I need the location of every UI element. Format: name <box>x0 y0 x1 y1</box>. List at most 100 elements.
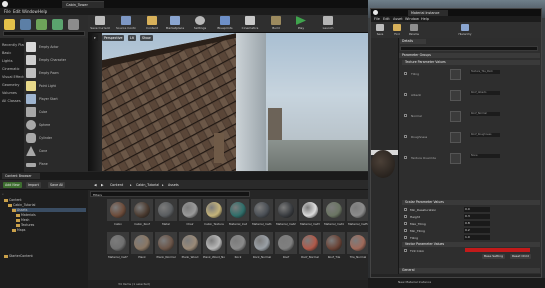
breadcrumb-content[interactable]: Content <box>108 182 125 188</box>
base-setting-button[interactable]: Base Setting <box>482 254 506 259</box>
section-texture-parameters[interactable]: Texture Parameter Values <box>402 60 540 65</box>
add-new-button[interactable]: Add New <box>3 182 22 188</box>
scalar-param-row[interactable]: Max_Tiling 0.8 <box>404 221 538 227</box>
place-item-empty-pawn[interactable]: Empty Pawn <box>24 67 88 79</box>
texture-param-row[interactable]: Texture Override None <box>404 152 538 165</box>
place-item-plane[interactable]: Plane <box>24 158 88 170</box>
category-geometry[interactable]: Geometry <box>2 83 19 87</box>
place-item-empty-actor[interactable]: Empty Actor <box>24 41 88 53</box>
override-checkbox[interactable] <box>404 156 407 159</box>
content-browser-tab[interactable]: Content Browser <box>2 173 40 179</box>
blueprints-button[interactable]: Blueprints <box>215 16 235 32</box>
override-checkbox[interactable] <box>404 236 407 239</box>
menu-window[interactable]: Window <box>22 9 38 14</box>
override-checkbox[interactable] <box>404 229 407 232</box>
asset-tile[interactable]: Plank <box>131 232 153 262</box>
asset-tile[interactable]: Material_Inst2 <box>275 199 297 229</box>
perspective-chip[interactable]: Perspective <box>102 35 125 41</box>
place-item-empty-character[interactable]: Empty Character <box>24 54 88 66</box>
editor-level-tab[interactable]: Cabin_Tower <box>62 1 104 8</box>
breadcrumb-cabin-tutorial[interactable]: Cabin_Tutorial <box>134 182 161 188</box>
landscape-mode-icon[interactable] <box>36 19 47 30</box>
override-checkbox[interactable] <box>404 72 407 75</box>
me-menu-asset[interactable]: Asset <box>393 17 403 21</box>
tint-color-swatch[interactable] <box>465 248 530 252</box>
asset-tile[interactable]: Roof <box>275 232 297 262</box>
override-checkbox[interactable] <box>404 135 407 138</box>
me-find-button[interactable]: Find <box>389 24 405 37</box>
category-lights[interactable]: Lights <box>2 59 13 63</box>
asset-tile[interactable]: Tile_Normal <box>347 232 369 262</box>
marketplace-button[interactable]: Marketplace <box>165 16 185 32</box>
section-general[interactable]: General <box>399 268 540 273</box>
menu-help[interactable]: Help <box>38 9 47 14</box>
override-checkbox[interactable] <box>404 114 407 117</box>
place-item-sphere[interactable]: Sphere <box>24 119 88 131</box>
tree-item-textures[interactable]: Textures <box>16 223 34 227</box>
save-all-button[interactable]: Save All <box>48 182 66 188</box>
scalar-param-row[interactable]: Height 0.3 <box>404 214 538 220</box>
me-menu-window[interactable]: Window <box>405 17 419 21</box>
category-visual-effects[interactable]: Visual Effects <box>2 75 25 79</box>
details-search-input[interactable] <box>400 46 538 51</box>
asset-tile[interactable]: Roof_Normal <box>299 232 321 262</box>
nav-back-button[interactable]: ◀ <box>92 182 99 188</box>
me-menu-edit[interactable]: Edit <box>383 17 390 21</box>
asset-tile[interactable]: Rock_Normal <box>251 232 273 262</box>
scalar-param-row[interactable]: Min_Tiling 0.2 <box>404 228 538 234</box>
section-scalar-parameters[interactable]: Scalar Parameter Values <box>402 200 540 205</box>
section-parameter-groups[interactable]: Parameter Groups <box>399 53 540 58</box>
tree-item-assets[interactable]: Assets <box>12 208 86 212</box>
section-vector-parameters[interactable]: Vector Parameter Values <box>402 242 540 247</box>
tree-item-content[interactable]: Content <box>4 198 22 202</box>
nav-forward-button[interactable]: ▶ <box>99 182 106 188</box>
override-checkbox[interactable] <box>404 93 407 96</box>
tree-item-cabin-tutorial[interactable]: Cabin_Tutorial <box>8 203 35 207</box>
asset-tile[interactable]: Cabin <box>107 199 129 229</box>
category-basic[interactable]: Basic <box>2 51 11 55</box>
reset-child-button[interactable]: Reset Child <box>510 254 531 259</box>
foliage-mode-icon[interactable] <box>52 19 63 30</box>
details-tab[interactable]: Details <box>400 39 426 44</box>
menu-edit[interactable]: Edit <box>13 9 21 14</box>
override-checkbox[interactable] <box>404 208 407 211</box>
scalar-param-row[interactable]: Tiling 1.0 <box>404 235 538 241</box>
geometry-mode-icon[interactable] <box>68 19 79 30</box>
asset-tile[interactable]: Material_Inst5 <box>347 199 369 229</box>
import-button[interactable]: Import <box>26 182 41 188</box>
source-control-button[interactable]: Source Control <box>116 16 136 32</box>
asset-tile[interactable]: Chair <box>179 199 201 229</box>
tree-item-materials[interactable]: Materials <box>16 213 36 217</box>
play-button[interactable]: Play <box>291 16 311 32</box>
asset-tile[interactable]: Plank_Wood_Normal <box>203 232 225 262</box>
place-item-player-start[interactable]: Player Start <box>24 93 88 105</box>
content-button[interactable]: Content <box>142 16 162 32</box>
texture-param-row[interactable]: Albedo Roof_Albedo <box>404 89 538 102</box>
me-menu-help[interactable]: Help <box>421 17 429 21</box>
asset-tile[interactable]: Material_Inst4 <box>323 199 345 229</box>
me-menu-file[interactable]: File <box>374 17 380 21</box>
override-checkbox[interactable] <box>404 249 407 252</box>
asset-tile[interactable]: Material_Inst <box>227 199 249 229</box>
asset-tile[interactable]: Cabin_Texture <box>203 199 225 229</box>
asset-tile[interactable]: Material_Inst1 <box>251 199 273 229</box>
asset-tile[interactable]: Roof_Tile <box>323 232 345 262</box>
asset-tile[interactable]: Plank_Wood <box>179 232 201 262</box>
filters-search-input[interactable]: Filters <box>90 191 250 197</box>
show-chip[interactable]: Show <box>140 35 153 41</box>
cinematics-button[interactable]: Cinematics <box>240 16 260 32</box>
asset-tile[interactable]: Rock <box>227 232 249 262</box>
texture-param-row[interactable]: Tiling Texture_Tile_Pack <box>404 68 538 81</box>
category-all-classes[interactable]: All Classes <box>2 99 21 103</box>
search-classes-input[interactable] <box>3 31 85 36</box>
save-current-button[interactable]: Save Current <box>90 16 110 32</box>
paint-mode-icon[interactable] <box>20 19 31 30</box>
settings-button[interactable]: Settings <box>190 16 210 32</box>
breadcrumb-assets[interactable]: Assets <box>166 182 181 188</box>
viewport-menu-chip[interactable]: ▾ <box>92 35 98 41</box>
me-save-button[interactable]: Save <box>372 24 388 37</box>
lit-chip[interactable]: Lit <box>128 35 136 41</box>
asset-tile[interactable]: Cabin_Roof <box>131 199 153 229</box>
texture-param-row[interactable]: Normal Roof_Normal <box>404 110 538 123</box>
launch-button[interactable]: Launch <box>318 16 338 32</box>
